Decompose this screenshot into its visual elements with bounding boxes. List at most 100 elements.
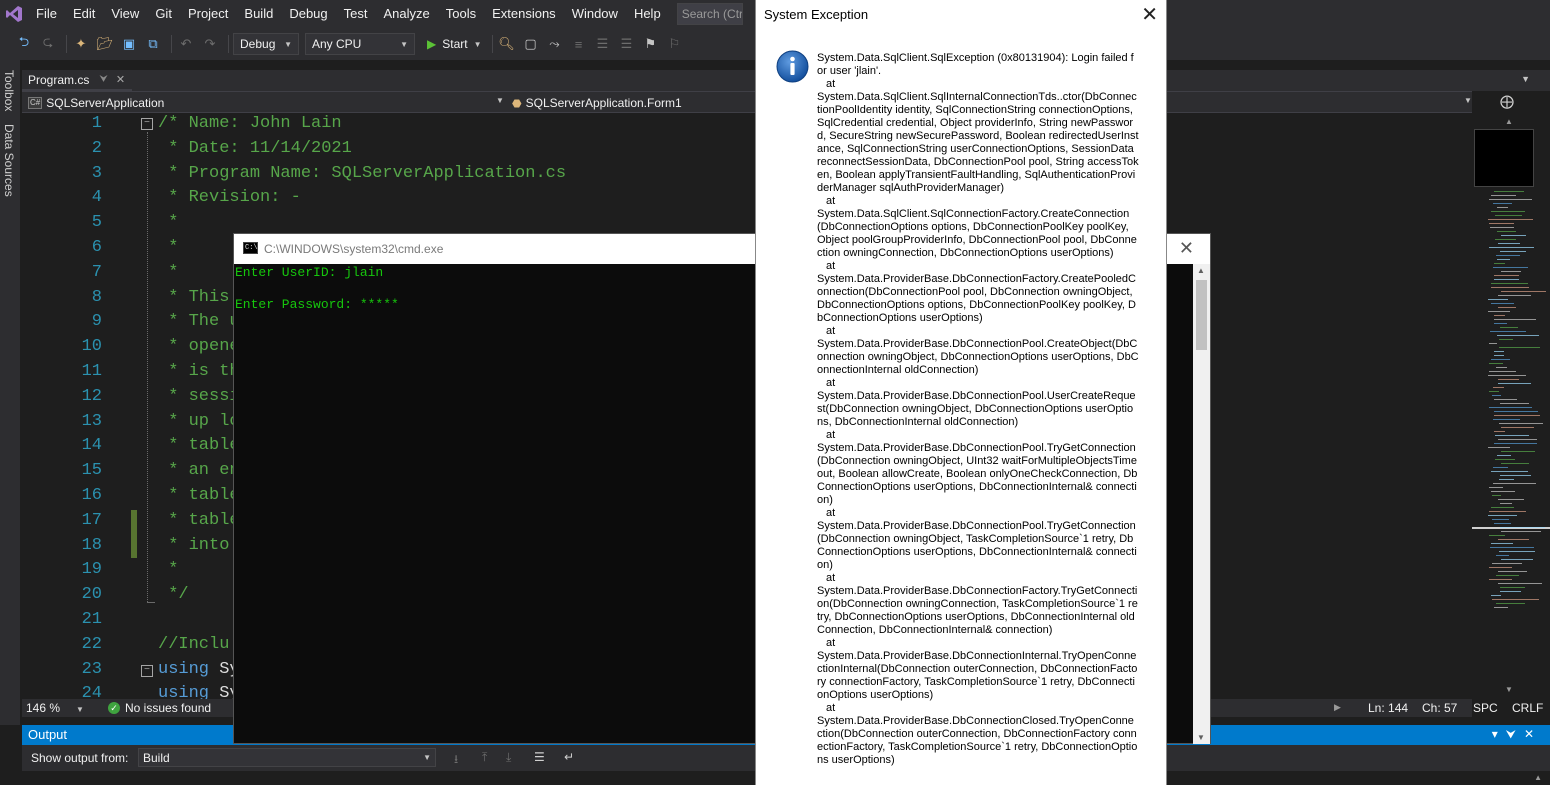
code-line[interactable]: * sessi [158, 387, 239, 406]
tab-overflow-icon[interactable]: ▼ [1521, 74, 1530, 84]
code-line[interactable]: * is th [158, 362, 239, 381]
forward-icon[interactable]: ⮎ [38, 34, 58, 54]
scrollbar-thumb[interactable] [1196, 280, 1207, 350]
pin-icon[interactable]: ⮟ [1506, 727, 1524, 741]
menu-tools[interactable]: Tools [438, 0, 484, 28]
change-tracking-marker [131, 510, 137, 558]
scroll-down-icon[interactable]: ▼ [1197, 733, 1205, 742]
word-wrap-icon[interactable]: ↵ [564, 750, 574, 764]
chevron-down-icon[interactable]: ▼ [474, 40, 482, 49]
menu-view[interactable]: View [103, 0, 147, 28]
line-number: 2 [91, 138, 102, 158]
collapse-toggle-icon[interactable]: − [141, 665, 153, 677]
code-line[interactable]: * table [158, 486, 239, 505]
class-dropdown[interactable]: ⬣ SQLServerApplication.Form1 [512, 94, 682, 112]
configuration-dropdown[interactable]: Debug ▼ [233, 33, 299, 55]
browse-icon[interactable]: 🔍︎ [497, 34, 517, 54]
menu-help[interactable]: Help [626, 0, 669, 28]
chevron-down-icon[interactable]: ▼ [496, 96, 504, 105]
minimap-line [1493, 483, 1536, 484]
split-editor-icon[interactable]: ⨁ [1500, 93, 1514, 110]
whitespace-indicator[interactable]: SPC [1473, 701, 1498, 715]
code-line[interactable]: * Date: 11/14/2021 [158, 139, 352, 158]
pin-icon[interactable]: ⮟ [99, 74, 108, 85]
line-ending-indicator[interactable]: CRLF [1512, 701, 1543, 715]
find-message-icon[interactable]: ⭳ [454, 750, 458, 771]
scroll-up-icon[interactable]: ▲ [1197, 266, 1205, 275]
menu-project[interactable]: Project [180, 0, 236, 28]
code-line[interactable]: * [158, 213, 178, 232]
new-project-icon[interactable]: ✦ [71, 34, 91, 54]
undo-icon[interactable]: ↶ [176, 34, 196, 54]
data-sources-tab[interactable]: Data Sources [2, 124, 16, 197]
toolbox-tab[interactable]: Toolbox [2, 70, 16, 111]
menu-extensions[interactable]: Extensions [484, 0, 564, 28]
menu-edit[interactable]: Edit [65, 0, 103, 28]
code-line[interactable]: using Sy [158, 660, 240, 679]
menu-file[interactable]: File [28, 0, 65, 28]
code-line[interactable]: * [158, 560, 178, 579]
chevron-down-icon[interactable]: ▼ [1464, 96, 1472, 105]
next-message-icon[interactable]: ⤓ [506, 750, 511, 765]
code-line[interactable]: * This [158, 288, 229, 307]
previous-message-icon[interactable]: ⤒ [482, 750, 487, 765]
show-output-label: Show output from: [31, 751, 129, 765]
menu-git[interactable]: Git [147, 0, 180, 28]
code-line[interactable]: * opene [158, 337, 239, 356]
code-line[interactable]: //Inclu [158, 635, 229, 654]
minimap-viewport[interactable] [1472, 127, 1550, 529]
start-debugging-button[interactable]: ▶ Start ▼ [421, 33, 488, 55]
back-icon[interactable]: ⮌ [14, 34, 34, 54]
close-icon[interactable]: ✕ [1179, 238, 1194, 259]
menu-analyze[interactable]: Analyze [375, 0, 437, 28]
bookmark-nav-icon[interactable]: ⚐ [665, 34, 685, 54]
camera-icon[interactable]: ▢ [521, 34, 541, 54]
issues-indicator[interactable]: ✓ No issues found [108, 701, 211, 715]
zoom-dropdown[interactable]: 146 % ▼ [26, 701, 84, 715]
code-line[interactable]: * up lo [158, 412, 239, 431]
collapse-toggle-icon[interactable]: − [141, 118, 153, 130]
code-line[interactable]: * into [158, 536, 229, 555]
code-line[interactable]: * table [158, 436, 239, 455]
open-folder-icon[interactable]: 📂︎ [95, 34, 115, 54]
chevron-down-icon[interactable]: ▾ [1492, 727, 1506, 741]
scroll-right-icon[interactable]: ▶ [1334, 702, 1341, 713]
close-icon[interactable]: ✕ [1524, 727, 1542, 741]
code-line[interactable]: * table [158, 511, 239, 530]
bookmark-icon[interactable]: ⚑ [641, 34, 661, 54]
save-all-icon[interactable]: ⧉ [143, 34, 163, 54]
project-dropdown[interactable]: C# SQLServerApplication [28, 94, 164, 112]
code-line[interactable]: * [158, 238, 178, 257]
code-line[interactable]: * [158, 263, 178, 282]
code-line[interactable]: * Revision: - [158, 188, 301, 207]
uncomment-icon[interactable]: ☰ [617, 34, 637, 54]
platform-dropdown[interactable]: Any CPU ▼ [305, 33, 415, 55]
scroll-up-icon[interactable]: ▲ [1505, 117, 1513, 126]
indent-icon[interactable]: ≡ [569, 34, 589, 54]
code-line[interactable]: using Sy [158, 684, 240, 699]
code-line[interactable]: * Program Name: SQLServerApplication.cs [158, 164, 566, 183]
menu-test[interactable]: Test [336, 0, 376, 28]
minimap-scrollbar[interactable]: ⨁ ▲ ▼ [1472, 91, 1550, 699]
code-line[interactable]: * The u [158, 312, 239, 331]
code-line[interactable]: /* Name: John Lain [158, 114, 342, 133]
code-line[interactable]: */ [158, 585, 188, 604]
code-line[interactable]: * an en [158, 461, 239, 480]
tab-program-cs[interactable]: Program.cs ⮟ ✕ [22, 70, 132, 91]
output-source-dropdown[interactable]: Build ▼ [138, 748, 436, 767]
close-icon[interactable]: ✕ [1141, 2, 1158, 27]
comment-icon[interactable]: ☰ [593, 34, 613, 54]
clear-all-icon[interactable]: ☰ [534, 750, 545, 764]
search-input[interactable]: Search (Ctrl+Q) [676, 3, 743, 25]
save-icon[interactable]: ▣ [119, 34, 139, 54]
scroll-up-icon[interactable]: ▲ [1534, 773, 1542, 782]
visual-studio-logo-icon[interactable] [0, 0, 28, 28]
scroll-down-icon[interactable]: ▼ [1505, 685, 1513, 694]
redo-icon[interactable]: ↷ [200, 34, 220, 54]
close-tab-icon[interactable]: ✕ [116, 73, 125, 86]
menu-build[interactable]: Build [236, 0, 281, 28]
menu-debug[interactable]: Debug [281, 0, 335, 28]
menu-window[interactable]: Window [564, 0, 626, 28]
console-scrollbar[interactable]: ▲ ▼ [1193, 264, 1210, 744]
step-icon[interactable]: ⤳ [545, 34, 565, 54]
